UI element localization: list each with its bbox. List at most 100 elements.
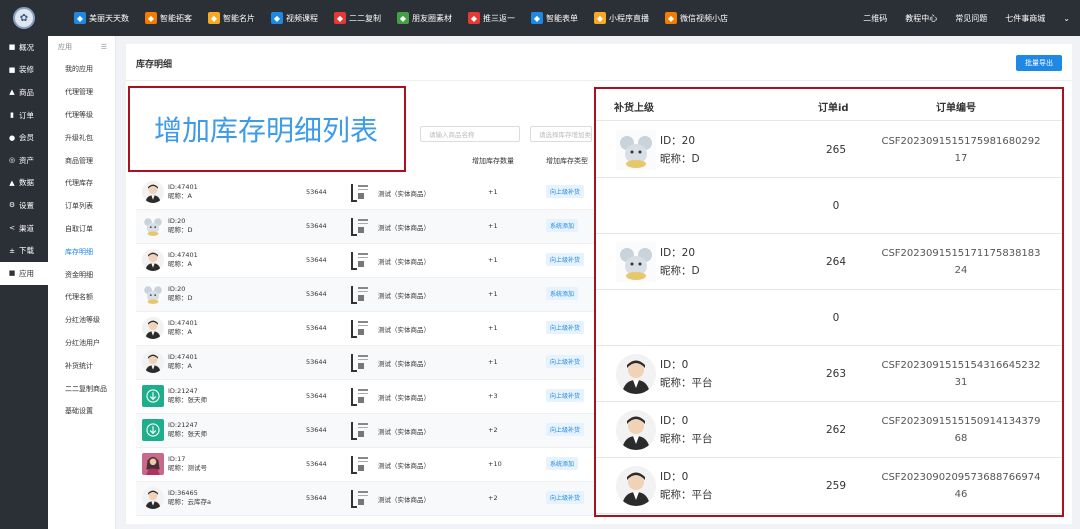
sidebar-item-2[interactable]: ▲ 商品	[0, 81, 48, 104]
top-nav-item-2[interactable]: ◆ 智能名片	[208, 12, 255, 24]
submenu-item-9[interactable]: 资金明细	[48, 263, 115, 286]
submenu-title: 应用	[58, 43, 72, 51]
sidebar-item-8[interactable]: < 渠道	[0, 217, 48, 240]
top-nav-label: 朋友圈素材	[412, 13, 452, 23]
top-nav-item-6[interactable]: ◆ 推三返一	[468, 12, 515, 24]
top-nav-item-8[interactable]: ◆ 小程序直播	[594, 12, 649, 24]
submenu-item-2[interactable]: 代理等级	[48, 104, 115, 127]
product-thumbnail-icon	[350, 386, 372, 408]
live-icon: ◆	[594, 12, 606, 24]
sidebar-item-7[interactable]: ⚙ 设置	[0, 194, 48, 217]
user-id: ID:36465	[168, 489, 198, 497]
panel-row: ID：0 昵称：平台 259 CSF202309020957368876697446	[596, 458, 1062, 514]
submenu-item-8[interactable]: 库存明细	[48, 240, 115, 263]
app-logo[interactable]: ✿	[0, 0, 48, 36]
sidebar-item-10[interactable]: ■ 应用	[0, 261, 48, 285]
sidebar-item-0[interactable]: ■ 概况	[0, 36, 48, 59]
top-nav-item-5[interactable]: ◆ 朋友圈素材	[397, 12, 452, 24]
submenu-item-14[interactable]: 二二复制商品	[48, 377, 115, 400]
product-thumbnail-icon	[350, 216, 372, 238]
product-thumbnail-icon	[350, 250, 372, 272]
stock-qty: +10	[488, 460, 502, 468]
submenu-item-11[interactable]: 分红池等级	[48, 309, 115, 332]
top-nav-label: 智能表单	[546, 13, 578, 23]
submenu-item-0[interactable]: 我的应用	[48, 58, 115, 81]
top-nav-item-4[interactable]: ◆ 二二复制	[334, 12, 381, 24]
avatar	[142, 215, 164, 237]
sidebar-item-label: 下载	[19, 246, 34, 256]
order-id: 265	[825, 144, 847, 156]
batch-export-button[interactable]: 批量导出	[1016, 55, 1062, 71]
star-icon: ◆	[145, 12, 157, 24]
top-right-link-1[interactable]: 教程中心	[905, 13, 937, 24]
main-sidebar: ■ 概况 ■ 装修 ▲ 商品 ▮ 订单 ● 会员 ◎ 资产 ▲ 数据 ⚙ 设置 < 渠道 ± 下载 ■ 应用	[0, 36, 48, 529]
table-row: ID:47401 昵称：A 53644 测试（实体商品） +1 向上级补货	[136, 346, 606, 380]
product-name: 测试（实体商品）	[378, 258, 430, 266]
superior-id: ID：20	[660, 135, 696, 147]
submenu-item-12[interactable]: 分红池用户	[48, 332, 115, 355]
user-id: ID:20	[168, 285, 186, 293]
superior-nickname: 昵称：平台	[660, 433, 713, 445]
record-number: 53644	[306, 290, 327, 298]
user-info: ID:17 昵称：测试号	[168, 455, 207, 473]
user-nickname: 昵称：A	[168, 260, 192, 268]
sidebar-icon: ■	[8, 43, 16, 52]
sidebar-item-6[interactable]: ▲ 数据	[0, 172, 48, 195]
table-row: ID:47401 昵称：A 53644 测试（实体商品） +1 向上级补货	[136, 244, 606, 278]
superior-avatar	[616, 130, 656, 170]
superior-nickname: 昵称：D	[660, 153, 700, 165]
sidebar-item-9[interactable]: ± 下载	[0, 239, 48, 262]
submenu-item-15[interactable]: 基础设置	[48, 400, 115, 423]
collapse-icon[interactable]: ☰	[101, 43, 107, 51]
top-nav-label: 智能拓客	[160, 13, 192, 23]
user-id: ID:47401	[168, 251, 198, 259]
stock-type-select[interactable]: 请选择库存增加类	[530, 126, 592, 142]
submenu-item-4[interactable]: 商品管理	[48, 149, 115, 172]
submenu-item-1[interactable]: 代理管理	[48, 81, 115, 104]
top-nav-item-1[interactable]: ◆ 智能拓客	[145, 12, 192, 24]
table-row: ID:20 昵称：D 53644 测试（实体商品） +1 系统添加	[136, 210, 606, 244]
product-name-input[interactable]: 请输入商品名称	[420, 126, 520, 142]
avatar	[142, 419, 164, 441]
avatar	[142, 249, 164, 271]
submenu-item-6[interactable]: 订单列表	[48, 195, 115, 218]
submenu-item-13[interactable]: 补货统计	[48, 354, 115, 377]
top-nav-item-9[interactable]: ◆ 微信视频小店	[665, 12, 728, 24]
panel-header: 补货上级 订单id 订单编号	[596, 89, 1062, 121]
sidebar-item-5[interactable]: ◎ 资产	[0, 149, 48, 172]
chevron-down-icon[interactable]: ⌄	[1063, 14, 1070, 23]
sidebar-item-3[interactable]: ▮ 订单	[0, 104, 48, 127]
sidebar-item-1[interactable]: ■ 装修	[0, 59, 48, 82]
product-name: 测试（实体商品）	[378, 496, 430, 504]
submenu-item-7[interactable]: 自取订单	[48, 218, 115, 241]
sidebar-item-label: 设置	[19, 200, 34, 210]
top-right-link-0[interactable]: 二维码	[863, 13, 887, 24]
sidebar-item-label: 渠道	[19, 223, 34, 233]
top-nav-item-7[interactable]: ◆ 智能表单	[531, 12, 578, 24]
stock-type-badge: 向上级补货	[546, 423, 585, 436]
tag-icon: ◆	[74, 12, 86, 24]
top-right-link-2[interactable]: 常见问题	[955, 13, 987, 24]
top-nav-item-3[interactable]: ◆ 视频课程	[271, 12, 318, 24]
product-name: 测试（实体商品）	[378, 360, 430, 368]
superior-avatar	[616, 354, 656, 394]
order-number: CSF202309151517117583818324	[881, 248, 1041, 276]
superior-avatar	[616, 410, 656, 450]
sidebar-icon: ▲	[9, 88, 15, 97]
card-icon: ◆	[208, 12, 220, 24]
superior-info: ID：20 昵称：D	[660, 244, 700, 280]
sidebar-item-4[interactable]: ● 会员	[0, 126, 48, 149]
user-id: ID:21247	[168, 387, 198, 395]
submenu-item-5[interactable]: 代理库存	[48, 172, 115, 195]
copy-icon: ◆	[334, 12, 346, 24]
superior-id: ID：0	[660, 359, 689, 371]
user-info: ID:21247 昵称：张天师	[168, 421, 207, 439]
top-nav-item-0[interactable]: ◆ 美丽天天数	[74, 12, 129, 24]
submenu-item-10[interactable]: 代理名额	[48, 286, 115, 309]
top-right-links: 二维码 教程中心 常见问题 七件事商城 ⌄	[845, 0, 1070, 36]
user-nickname: 昵称：张天师	[168, 396, 207, 404]
submenu-item-3[interactable]: 升级礼包	[48, 126, 115, 149]
top-navbar: ✿ ◆ 美丽天天数 ◆ 智能拓客 ◆ 智能名片 ◆ 视频课程 ◆ 二二复制 ◆ 朋友圈素材 ◆ 推三返一 ◆…	[0, 0, 1080, 36]
stock-type-badge: 向上级补货	[546, 491, 585, 504]
top-right-link-3[interactable]: 七件事商城	[1005, 13, 1045, 24]
